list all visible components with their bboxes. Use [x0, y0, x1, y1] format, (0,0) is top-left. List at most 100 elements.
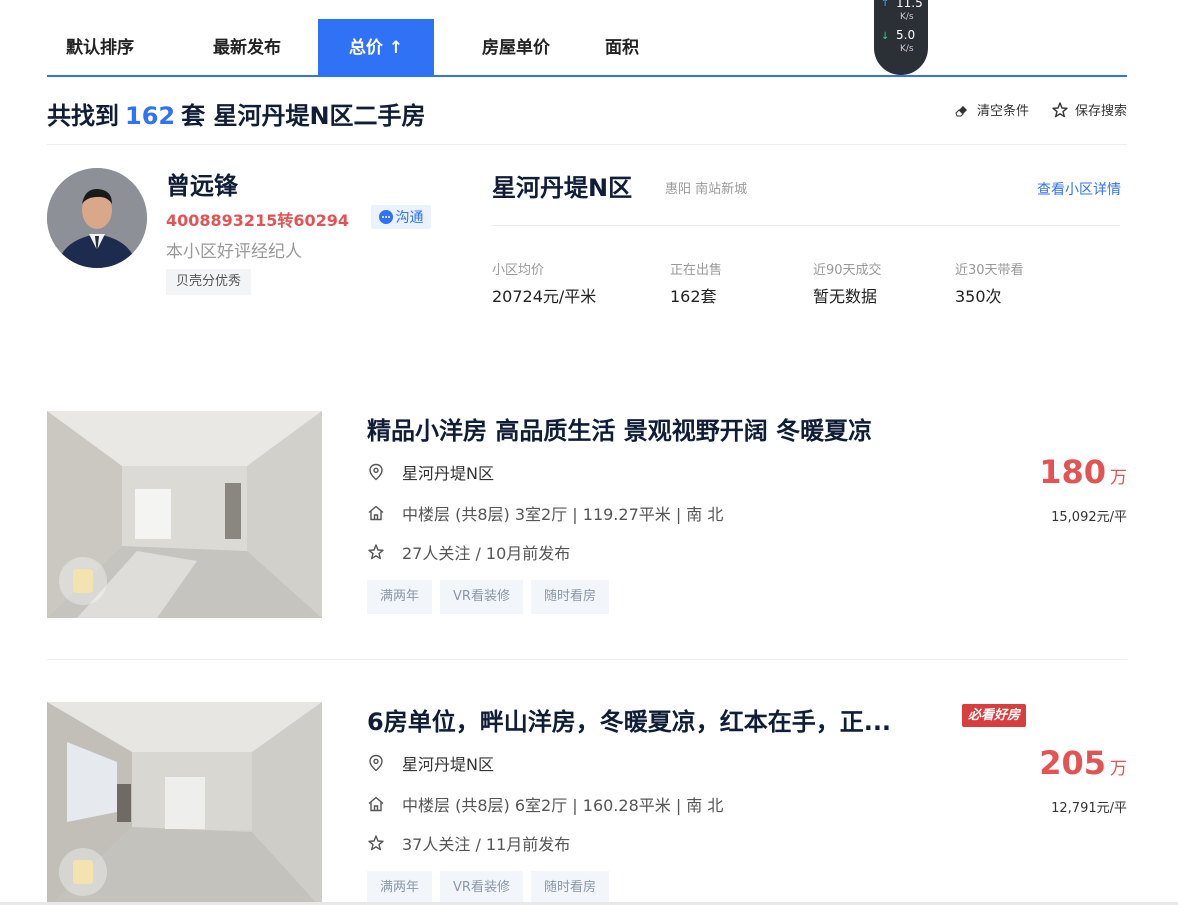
download-speed-value: 5.0 [896, 28, 916, 42]
listing-item[interactable]: 精品小洋房 高品质生活 景观视野开阔 冬暖夏凉 星河丹堤N区 中楼层 (共8层)… [47, 411, 1127, 621]
upload-speed-value: 11.5 [896, 0, 923, 10]
listing-unit-price: 15,092元/平 [1051, 510, 1127, 525]
agent-role: 本小区好评经纪人 [166, 242, 302, 262]
listing-follow-info: 27人关注 / 10月前发布 [402, 544, 571, 563]
stat-value: 162套 [670, 287, 717, 306]
stat-value: 暂无数据 [813, 287, 878, 306]
star-icon [1052, 101, 1068, 117]
location-pin-icon [369, 463, 383, 481]
sort-tab-label: 总价 [348, 38, 383, 58]
listing-info-row: 中楼层 (共8层) 3室2厅 | 119.27平米 | 南 北 [367, 501, 723, 525]
stat-deals-90d: 近90天成交 暂无数据 [813, 259, 882, 307]
listing-photo[interactable] [47, 411, 322, 618]
stat-value: 20724元/平米 [492, 287, 597, 306]
listing-tag: 随时看房 [530, 580, 609, 614]
sort-tab-newest[interactable]: 最新发布 [183, 19, 311, 75]
sort-tab-label: 默认排序 [66, 38, 134, 58]
house-icon [368, 505, 384, 521]
community-name: 星河丹堤N区 [492, 174, 633, 202]
listing-tag: 满两年 [367, 580, 433, 614]
listing-item[interactable]: 6房单位，畔山洋房，冬暖夏凉，红本在手，正... 必看好房 星河丹堤N区 中楼层… [47, 702, 1127, 905]
upload-arrow-icon: ↑ [881, 0, 890, 9]
divider [47, 659, 1127, 660]
price-number: 180 [1039, 453, 1106, 491]
clear-filters-label: 清空条件 [976, 104, 1029, 119]
listing-community-link[interactable]: 星河丹堤N区 [402, 751, 494, 775]
price-unit: 万 [1110, 468, 1127, 488]
listing-info: 中楼层 (共8层) 6室2厅 | 160.28平米 | 南 北 [402, 796, 724, 815]
location-pin-icon [369, 754, 383, 772]
listing-tag: 随时看房 [530, 871, 609, 905]
agent-photo [47, 168, 147, 268]
result-count: 162 [125, 102, 176, 130]
chat-bubble-icon [378, 210, 393, 224]
chat-button[interactable]: 沟通 [371, 205, 431, 229]
agent-phone: 4008893215转60294 [166, 211, 349, 230]
sort-tab-label: 房屋单价 [482, 38, 550, 58]
save-search-button[interactable]: 保存搜索 [1051, 100, 1127, 119]
listing-follow-row: 37人关注 / 11月前发布 [367, 831, 570, 855]
divider [492, 225, 1120, 226]
sort-tab-area[interactable]: 面积 [592, 19, 652, 75]
listing-tag: VR看装修 [440, 580, 523, 614]
sort-tab-total-price[interactable]: 总价 ↑ [318, 19, 434, 75]
community-location: 惠阳 南站新城 [665, 182, 748, 197]
price-number: 205 [1039, 744, 1106, 782]
star-icon [368, 835, 384, 851]
eraser-icon [955, 105, 967, 116]
download-speed-unit: K/s [900, 44, 914, 54]
upload-speed-unit: K/s [900, 12, 914, 22]
agent-name[interactable]: 曾远锋 [166, 166, 238, 201]
stat-value: 350次 [955, 287, 1002, 306]
listing-community-row: 星河丹堤N区 [367, 460, 494, 484]
price-unit: 万 [1110, 759, 1127, 779]
stat-label: 近30天带看 [955, 263, 1024, 278]
listing-tag: 满两年 [367, 871, 433, 905]
stat-label: 近90天成交 [813, 263, 882, 278]
stat-visits-30d: 近30天带看 350次 [955, 259, 1024, 307]
star-icon [368, 544, 384, 560]
listing-unit-price: 12,791元/平 [1051, 801, 1127, 816]
stat-label: 小区均价 [492, 263, 545, 278]
result-prefix: 共找到 [47, 102, 119, 130]
sort-tab-label: 最新发布 [213, 38, 281, 58]
must-see-badge: 必看好房 [962, 704, 1027, 727]
agent-score-badge: 贝壳分优秀 [166, 269, 252, 295]
listing-title[interactable]: 6房单位，畔山洋房，冬暖夏凉，红本在手，正... [367, 702, 891, 737]
listing-tag: VR看装修 [440, 871, 523, 905]
result-suffix: 套 星河丹堤N区二手房 [181, 102, 426, 130]
house-icon [368, 796, 384, 812]
stat-label: 正在出售 [670, 263, 723, 278]
chat-label: 沟通 [395, 210, 424, 226]
result-title: 共找到 162 套 星河丹堤N区二手房 [47, 96, 426, 131]
sort-tab-unit-price[interactable]: 房屋单价 [457, 19, 575, 75]
sort-arrow-up-icon: ↑ [388, 38, 404, 58]
listing-total-price: 180 万 [1039, 453, 1127, 491]
divider [47, 144, 1127, 145]
clear-filters-button[interactable]: 清空条件 [953, 100, 1029, 119]
listing-photo[interactable] [47, 702, 322, 905]
network-speed-widget[interactable]: ↑ 11.5 K/s ↓ 5.0 K/s [874, 0, 928, 75]
listing-total-price: 205 万 [1039, 744, 1127, 782]
header-actions: 清空条件 保存搜索 [953, 100, 1127, 119]
listing-community-row: 星河丹堤N区 [367, 751, 494, 775]
listing-info-row: 中楼层 (共8层) 6室2厅 | 160.28平米 | 南 北 [367, 792, 723, 816]
download-arrow-icon: ↓ [881, 31, 890, 42]
stat-avg-price: 小区均价 20724元/平米 [492, 259, 596, 307]
sort-tab-default[interactable]: 默认排序 [47, 19, 153, 75]
sort-tab-label: 面积 [605, 38, 639, 58]
room-photo [47, 702, 322, 905]
save-search-label: 保存搜索 [1074, 104, 1127, 119]
sort-bar: 默认排序 最新发布 总价 ↑ 房屋单价 面积 [47, 19, 1127, 77]
agent-avatar[interactable] [47, 168, 147, 268]
listing-tags: 满两年 VR看装修 随时看房 [367, 580, 609, 614]
stat-on-sale: 正在出售 162套 [670, 259, 722, 307]
listing-info: 中楼层 (共8层) 3室2厅 | 119.27平米 | 南 北 [402, 505, 724, 524]
community-detail-link[interactable]: 查看小区详情 [1037, 179, 1121, 199]
listing-title[interactable]: 精品小洋房 高品质生活 景观视野开阔 冬暖夏凉 [367, 411, 872, 446]
listing-community-link[interactable]: 星河丹堤N区 [402, 460, 494, 484]
listing-tags: 满两年 VR看装修 随时看房 [367, 871, 609, 905]
listing-follow-row: 27人关注 / 10月前发布 [367, 540, 570, 564]
room-photo [47, 411, 322, 618]
listing-follow-info: 37人关注 / 11月前发布 [402, 835, 571, 854]
